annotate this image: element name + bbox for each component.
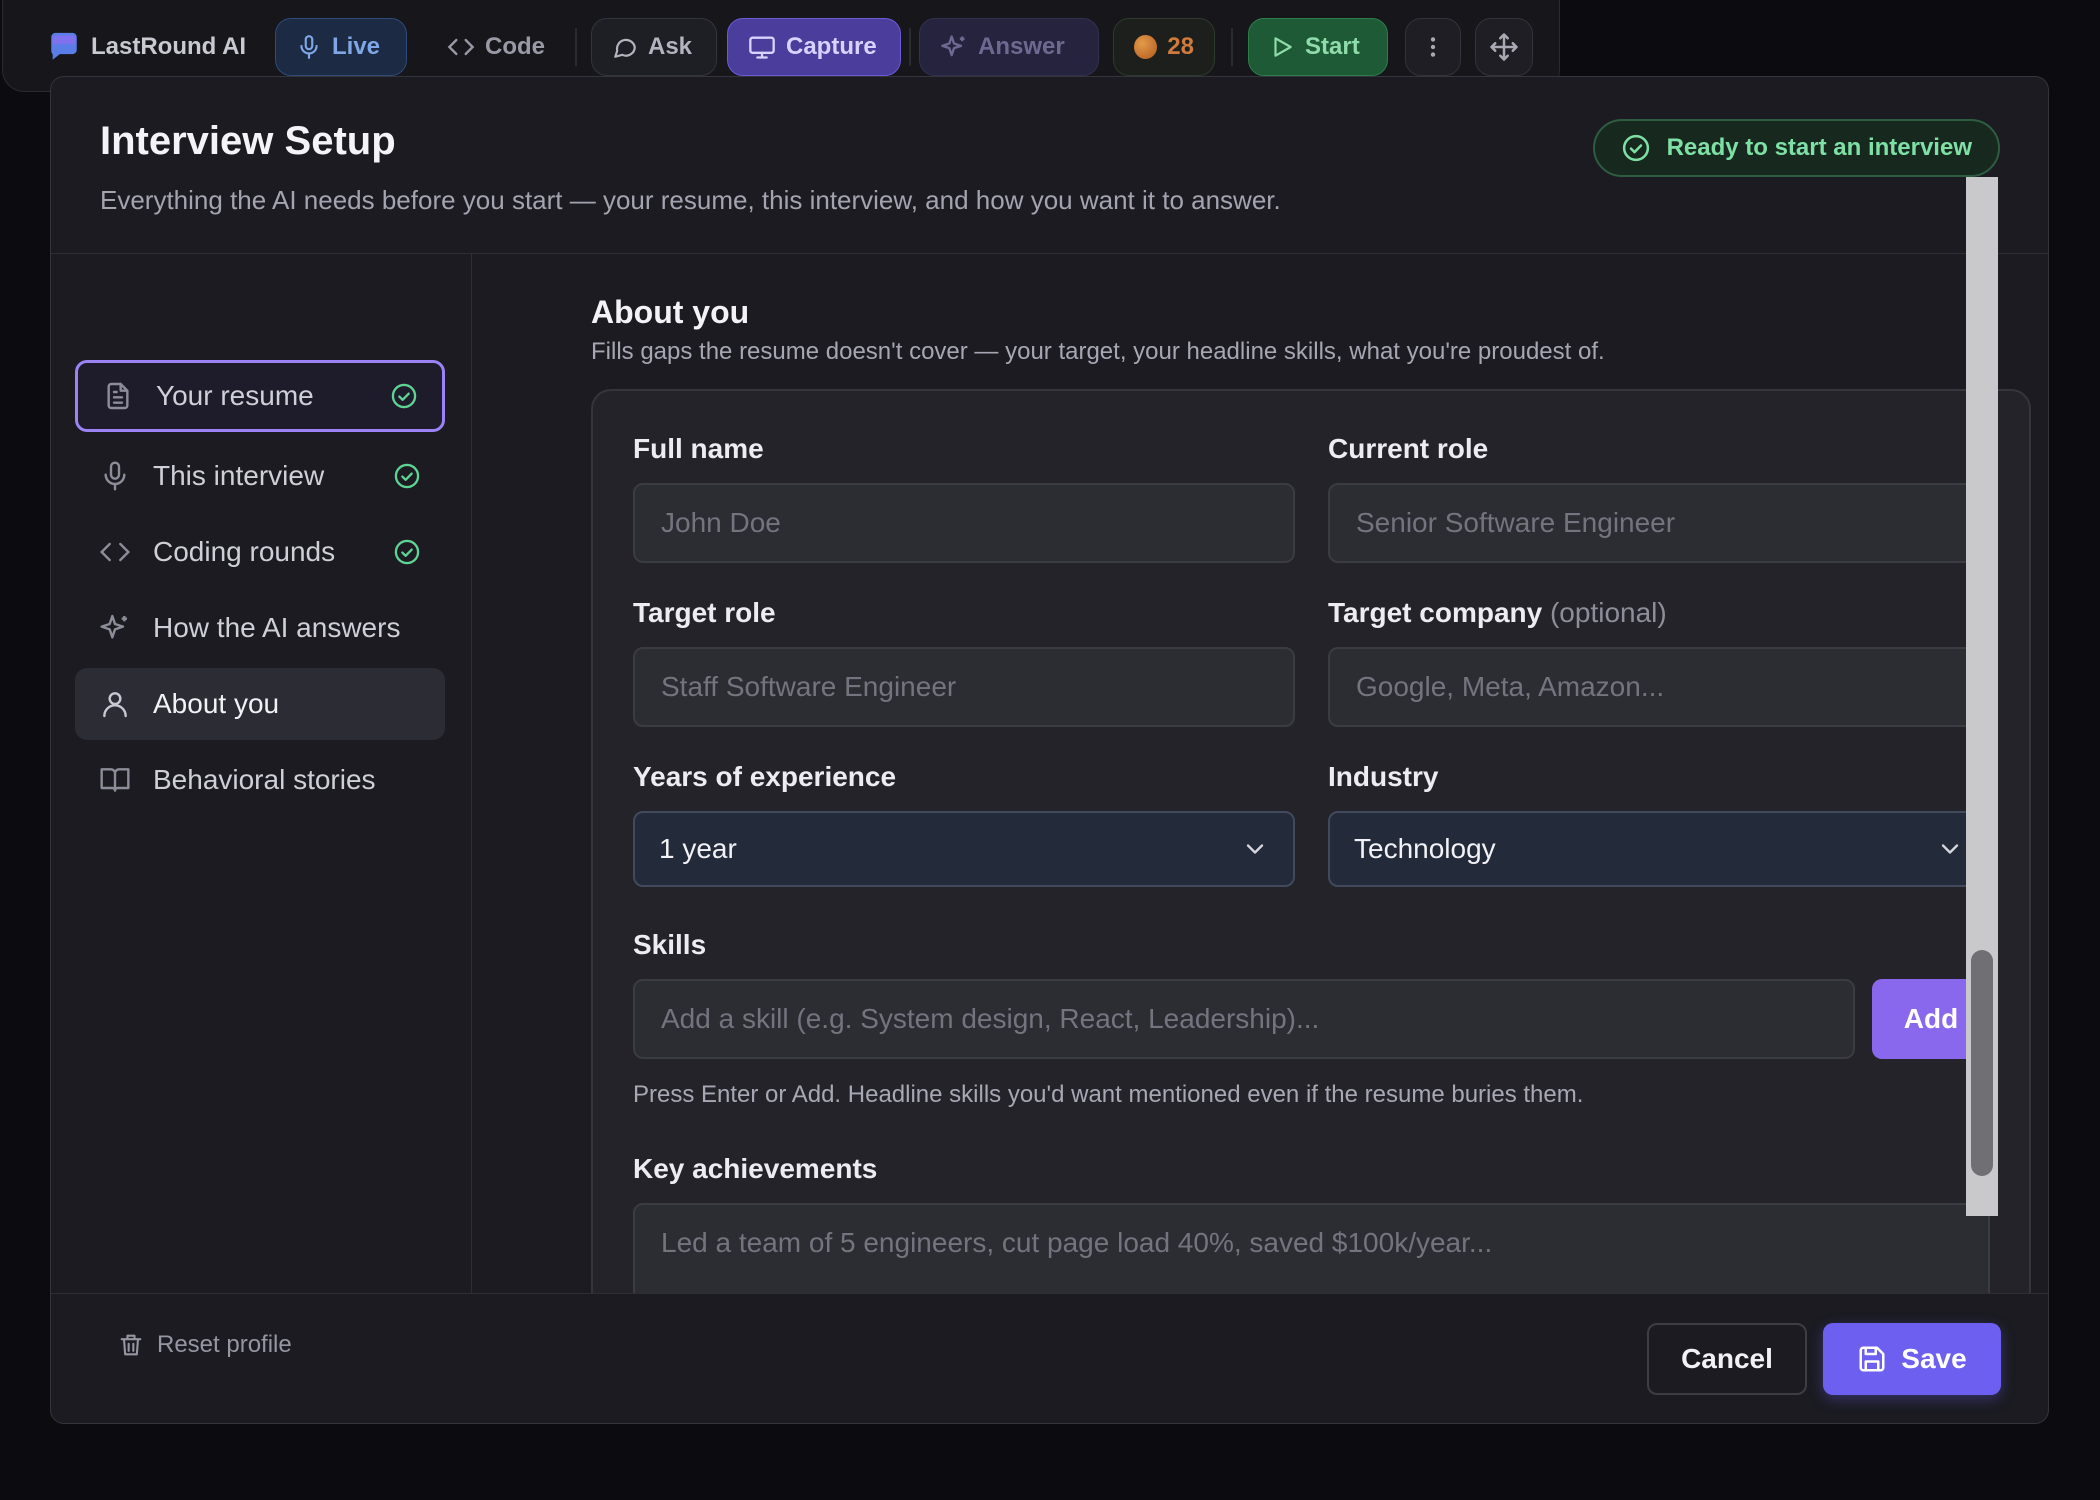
cancel-button[interactable]: Cancel <box>1647 1323 1807 1395</box>
target-company-input[interactable] <box>1328 647 1990 727</box>
sparkle-icon <box>100 614 127 639</box>
setup-sidebar: Your resume This interview Coding rounds… <box>51 254 472 1293</box>
footer-divider <box>51 1293 2048 1294</box>
microphone-icon <box>300 35 318 59</box>
ask-label: Ask <box>648 33 693 60</box>
completed-check-icon <box>394 539 420 565</box>
book-icon <box>100 768 130 792</box>
key-achievements-input[interactable] <box>633 1203 1990 1293</box>
years-of-experience-label: Years of experience <box>633 761 897 792</box>
full-name-label: Full name <box>633 433 764 464</box>
current-role-label: Current role <box>1328 433 1489 464</box>
chevron-down-icon <box>1246 844 1264 854</box>
sidebar-item-label: Behavioral stories <box>153 764 376 795</box>
sidebar-item-your-resume[interactable]: Your resume <box>75 360 445 432</box>
target-role-label: Target role <box>633 597 776 628</box>
sidebar-item-label: Coding rounds <box>153 536 336 567</box>
skill-input[interactable] <box>633 979 1855 1059</box>
answer-label: Answer <box>978 33 1065 60</box>
trash-icon <box>120 1334 142 1356</box>
optional-tag: (optional) <box>1549 597 1667 628</box>
check-circle-icon <box>1622 134 1649 162</box>
key-achievements-label: Key achievements <box>633 1153 878 1184</box>
answer-button[interactable]: Answer <box>919 18 1099 76</box>
sparkle-icon <box>941 35 965 57</box>
content-scrollbar-thumb[interactable] <box>1971 950 1993 1176</box>
chat-bubble-icon <box>614 38 636 58</box>
code-button[interactable]: Code <box>427 18 557 76</box>
microphone-icon <box>104 461 126 491</box>
years-of-experience-select[interactable]: 1 year <box>633 811 1295 887</box>
full-name-input[interactable] <box>633 483 1295 563</box>
start-button[interactable]: Start <box>1248 18 1388 76</box>
more-menu-button[interactable] <box>1405 18 1461 76</box>
section-title: About you <box>591 294 750 330</box>
dialog-subtitle: Everything the AI needs before you start… <box>100 185 1281 215</box>
save-label: Save <box>1901 1343 1967 1374</box>
brand-name: LastRound AI <box>91 33 247 60</box>
credits-badge: 28 <box>1113 18 1215 76</box>
live-label: Live <box>332 33 381 60</box>
sidebar-item-coding-rounds[interactable]: Coding rounds <box>75 516 445 588</box>
brand: LastRound AI <box>47 18 246 76</box>
profile-form-card: Full name Current role Target role Targe… <box>591 389 2031 1293</box>
section-subtitle: Fills gaps the resume doesn't cover — yo… <box>591 338 1605 365</box>
user-icon <box>103 692 127 718</box>
target-company-label-text: Target company <box>1328 597 1543 628</box>
credits-count: 28 <box>1167 33 1194 60</box>
chevron-down-icon <box>1941 844 1959 854</box>
industry-select[interactable]: Technology <box>1328 811 1990 887</box>
sidebar-item-label: How the AI answers <box>153 612 401 643</box>
target-role-input[interactable] <box>633 647 1295 727</box>
completed-check-icon <box>394 463 420 489</box>
sidebar-item-about-you[interactable]: About you <box>75 668 445 740</box>
completed-check-icon <box>391 383 417 409</box>
more-vertical-icon <box>1430 37 1436 57</box>
current-role-input[interactable] <box>1328 483 1990 563</box>
capture-button[interactable]: Capture <box>727 18 901 76</box>
capture-label: Capture <box>786 33 877 60</box>
sidebar-item-this-interview[interactable]: This interview <box>75 440 445 512</box>
reset-profile-button[interactable]: Reset profile <box>117 1331 292 1359</box>
skills-label: Skills <box>633 929 707 960</box>
code-icon <box>99 542 131 562</box>
sidebar-item-behavioral-stories[interactable]: Behavioral stories <box>75 744 445 816</box>
ask-button[interactable]: Ask <box>591 18 717 76</box>
save-icon <box>1859 1346 1885 1372</box>
save-button[interactable]: Save <box>1823 1323 2001 1395</box>
ready-status-text: Ready to start an interview <box>1666 134 1972 161</box>
skills-hint: Press Enter or Add. Headline skills you'… <box>633 1081 1584 1108</box>
industry-value: Technology <box>1354 833 1496 864</box>
about-you-panel: About you Fills gaps the resume doesn't … <box>472 254 2048 1293</box>
interview-setup-dialog: Interview Setup Everything the AI needs … <box>50 76 2049 1424</box>
sidebar-item-label: Your resume <box>156 380 314 411</box>
live-button[interactable]: Live <box>275 18 407 76</box>
dialog-title: Interview Setup <box>100 119 396 163</box>
industry-label: Industry <box>1328 761 1439 792</box>
toolbar-divider <box>575 28 577 66</box>
code-label: Code <box>485 33 545 60</box>
document-icon <box>107 382 129 410</box>
sidebar-item-label: This interview <box>153 460 325 491</box>
coin-icon <box>1134 35 1158 59</box>
code-icon <box>447 38 475 56</box>
move-handle[interactable] <box>1475 18 1533 76</box>
chat-logo-icon <box>51 32 77 60</box>
reset-profile-label: Reset profile <box>157 1331 292 1358</box>
target-company-label: Target company (optional) <box>1328 597 1667 629</box>
toolbar-divider <box>1231 28 1233 66</box>
years-of-experience-value: 1 year <box>659 833 737 864</box>
play-icon <box>1274 37 1292 57</box>
move-icon <box>1490 33 1518 61</box>
start-label: Start <box>1305 33 1360 60</box>
toolbar-divider <box>909 28 911 66</box>
sidebar-item-label: About you <box>153 688 280 719</box>
sidebar-item-how-the-ai-answers[interactable]: How the AI answers <box>75 592 445 664</box>
monitor-icon <box>749 36 775 59</box>
ready-status-badge: Ready to start an interview <box>1592 119 2000 177</box>
